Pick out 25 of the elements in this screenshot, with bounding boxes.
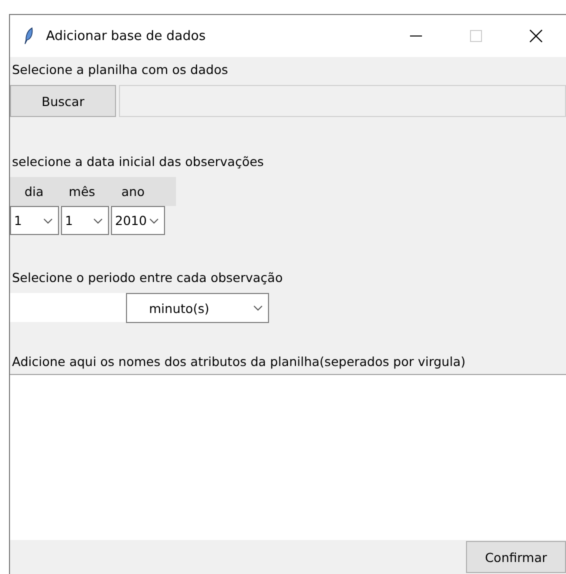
chevron-down-icon (43, 218, 53, 224)
maximize-icon[interactable] (470, 30, 482, 42)
browse-button[interactable]: Buscar (10, 85, 116, 117)
period-field[interactable] (10, 293, 126, 322)
field-label: Selecione o periodo entre cada observação (11, 269, 284, 287)
field-label: Adicione aqui os nomes dos atributos da planilha(seperados por virgula) (11, 353, 466, 371)
chevron-down-icon (149, 218, 159, 224)
column-label: ano (120, 184, 146, 199)
close-icon[interactable] (529, 29, 543, 43)
date-dropdown[interactable]: 1 (61, 206, 109, 235)
date-dropdown[interactable]: 1 (10, 206, 59, 235)
feather-icon (24, 27, 34, 45)
field-label: Selecione a planilha com os dados (11, 61, 229, 79)
minimize-icon[interactable] (410, 35, 422, 37)
window-title: Adicionar base de dados (46, 28, 207, 44)
column-label: dia (23, 184, 45, 199)
unit-dropdown[interactable]: minuto(s) (126, 293, 269, 323)
date-dropdown[interactable]: 2010 (111, 206, 165, 235)
file-path-field[interactable] (119, 85, 566, 117)
chevron-down-icon (253, 305, 263, 311)
column-label: mês (68, 184, 96, 199)
chevron-down-icon (93, 218, 103, 224)
confirm-button[interactable]: Confirmar (466, 541, 566, 573)
attributes-field[interactable] (10, 374, 566, 540)
field-label: selecione a data inicial das observações (11, 153, 265, 171)
